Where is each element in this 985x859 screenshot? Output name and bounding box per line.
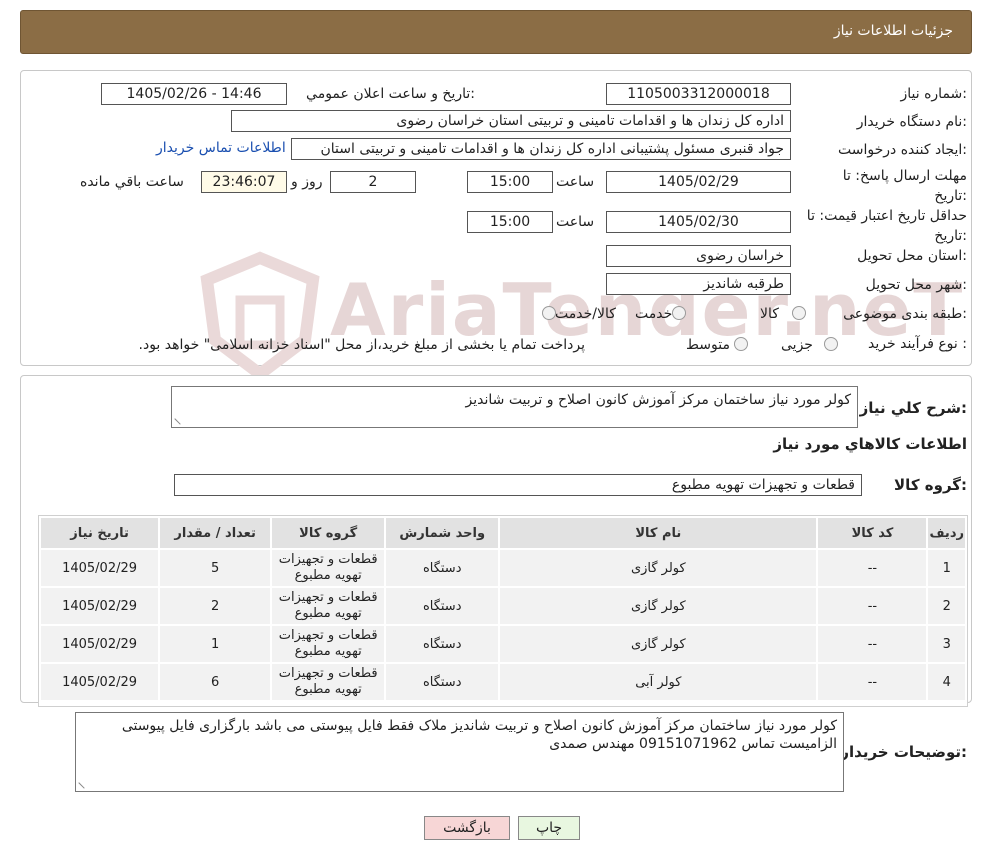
watermark-logo <box>195 250 325 382</box>
creator-label: ایجاد کننده درخواست: <box>838 142 967 158</box>
back-button[interactable]: بازگشت <box>424 816 510 840</box>
buyer-notes-label: توضیحات خریدار: <box>840 743 967 761</box>
cell-unit: دستگاه <box>386 588 499 624</box>
remaining-time-field: 23:46:07 <box>201 171 287 193</box>
page-header: جزئیات اطلاعات نیاز <box>20 10 972 54</box>
validity-time-label: ساعت <box>556 214 595 230</box>
col-unit: واحد شمارش <box>386 518 499 548</box>
cell-qty: 6 <box>160 664 271 700</box>
cell-code: -- <box>818 588 927 624</box>
validity-time-field: 15:00 <box>467 211 553 233</box>
need-number-label: شماره نیاز: <box>900 86 967 102</box>
category-goods-label: کالا <box>760 306 779 322</box>
col-date: تاریخ نیاز <box>41 518 159 548</box>
announce-field: 1405/02/26 - 14:46 <box>101 83 287 105</box>
col-group: گروه کالا <box>272 518 385 548</box>
cell-row: 3 <box>928 626 965 662</box>
buyer-contact-link[interactable]: اطلاعات تماس خریدار <box>156 140 286 156</box>
days-label: روز و <box>291 174 323 190</box>
city-field: طرقبه شاندیز <box>606 273 791 295</box>
print-button[interactable]: چاپ <box>518 816 580 840</box>
province-label: استان محل تحویل: <box>857 248 967 264</box>
cell-unit: دستگاه <box>386 550 499 586</box>
cell-name: کولر آبی <box>500 664 817 700</box>
cell-code: -- <box>818 664 927 700</box>
deadline-label: مهلت ارسال پاسخ: تا تاریخ: <box>842 168 967 204</box>
cell-row: 2 <box>928 588 965 624</box>
cell-date: 1405/02/29 <box>41 626 159 662</box>
col-row: ردیف <box>928 518 965 548</box>
cell-date: 1405/02/29 <box>41 550 159 586</box>
cell-group: قطعات و تجهیزات تهویه مطبوع <box>272 626 385 662</box>
need-number-field: 1105003312000018 <box>606 83 791 105</box>
cell-name: کولر گازی <box>500 550 817 586</box>
cell-group: قطعات و تجهیزات تهویه مطبوع <box>272 550 385 586</box>
buyer-notes-textarea[interactable]: کولر مورد نیاز ساختمان مرکز آموزش کانون … <box>75 712 844 792</box>
summary-textarea[interactable]: کولر مورد نیاز ساختمان مرکز آموزش کانون … <box>171 386 858 428</box>
cell-qty: 2 <box>160 588 271 624</box>
category-label: طبقه بندی موضوعی: <box>843 306 967 322</box>
buyer-org-label: نام دستگاه خریدار: <box>856 114 967 130</box>
cell-row: 4 <box>928 664 965 700</box>
col-code: کد کالا <box>818 518 927 548</box>
table-row: 2 -- کولر گازی دستگاه قطعات و تجهیزات ته… <box>41 588 965 624</box>
cell-unit: دستگاه <box>386 664 499 700</box>
buyer-org-field: اداره کل زندان ها و اقدامات تامینی و ترب… <box>231 110 791 132</box>
city-label: شهر محل تحویل: <box>865 277 967 293</box>
summary-label: شرح کلي نياز: <box>859 399 967 417</box>
cell-name: کولر گازی <box>500 588 817 624</box>
category-service-radio[interactable] <box>672 306 686 320</box>
process-medium-label: متوسط <box>686 337 730 353</box>
cell-group: قطعات و تجهیزات تهویه مطبوع <box>272 664 385 700</box>
group-field: قطعات و تجهیزات تهویه مطبوع <box>174 474 862 496</box>
group-label: گروه کالا: <box>894 476 967 494</box>
creator-field: جواد قنبری مسئول پشتیبانی اداره کل زندان… <box>291 138 791 160</box>
process-medium-radio[interactable] <box>734 337 748 351</box>
province-field: خراسان رضوی <box>606 245 791 267</box>
deadline-time-label: ساعت <box>556 174 595 190</box>
cell-name: کولر گازی <box>500 626 817 662</box>
category-goods-radio[interactable] <box>792 306 806 320</box>
cell-date: 1405/02/29 <box>41 664 159 700</box>
items-table: ردیف کد کالا نام کالا واحد شمارش گروه کا… <box>39 516 967 702</box>
resize-grip-icon[interactable] <box>78 777 90 789</box>
table-row: 1 -- کولر گازی دستگاه قطعات و تجهیزات ته… <box>41 550 965 586</box>
items-table-wrap: ردیف کد کالا نام کالا واحد شمارش گروه کا… <box>38 515 968 707</box>
process-minor-radio[interactable] <box>824 337 838 351</box>
summary-text: کولر مورد نیاز ساختمان مرکز آموزش کانون … <box>465 392 852 408</box>
process-minor-label: جزیی <box>781 337 813 353</box>
resize-grip-icon[interactable] <box>174 413 186 425</box>
table-header-row: ردیف کد کالا نام کالا واحد شمارش گروه کا… <box>41 518 965 548</box>
cell-row: 1 <box>928 550 965 586</box>
days-field: 2 <box>330 171 416 193</box>
process-label: نوع فرآیند خرید : <box>868 336 967 352</box>
category-service-label: خدمت <box>635 306 673 322</box>
remaining-label: ساعت باقي مانده <box>80 174 184 190</box>
table-row: 3 -- کولر گازی دستگاه قطعات و تجهیزات ته… <box>41 626 965 662</box>
cell-qty: 5 <box>160 550 271 586</box>
table-row: 4 -- کولر آبی دستگاه قطعات و تجهیزات تهو… <box>41 664 965 700</box>
cell-date: 1405/02/29 <box>41 588 159 624</box>
cell-code: -- <box>818 626 927 662</box>
col-name: نام کالا <box>500 518 817 548</box>
announce-label: تاريخ و ساعت اعلان عمومي: <box>306 86 475 102</box>
watermark-shield-icon <box>200 251 320 382</box>
validity-date-field: 1405/02/30 <box>606 211 791 233</box>
validity-label: حداقل تاریخ اعتبار قیمت: تا تاریخ: <box>806 208 967 244</box>
deadline-date-field: 1405/02/29 <box>606 171 791 193</box>
category-both-text: کالا/خدمت <box>555 306 616 322</box>
cell-qty: 1 <box>160 626 271 662</box>
goods-info-title: اطلاعات کالاهاي مورد نياز <box>773 435 967 453</box>
cell-unit: دستگاه <box>386 626 499 662</box>
process-note: پرداخت تمام یا بخشی از مبلغ خرید،از محل … <box>138 337 585 353</box>
col-qty: تعداد / مقدار <box>160 518 271 548</box>
buyer-notes-text: کولر مورد نیاز ساختمان مرکز آموزش کانون … <box>121 718 837 752</box>
category-both-radio[interactable] <box>542 306 556 320</box>
cell-group: قطعات و تجهیزات تهویه مطبوع <box>272 588 385 624</box>
page-title: جزئیات اطلاعات نیاز <box>833 23 953 39</box>
cell-code: -- <box>818 550 927 586</box>
deadline-time-field: 15:00 <box>467 171 553 193</box>
